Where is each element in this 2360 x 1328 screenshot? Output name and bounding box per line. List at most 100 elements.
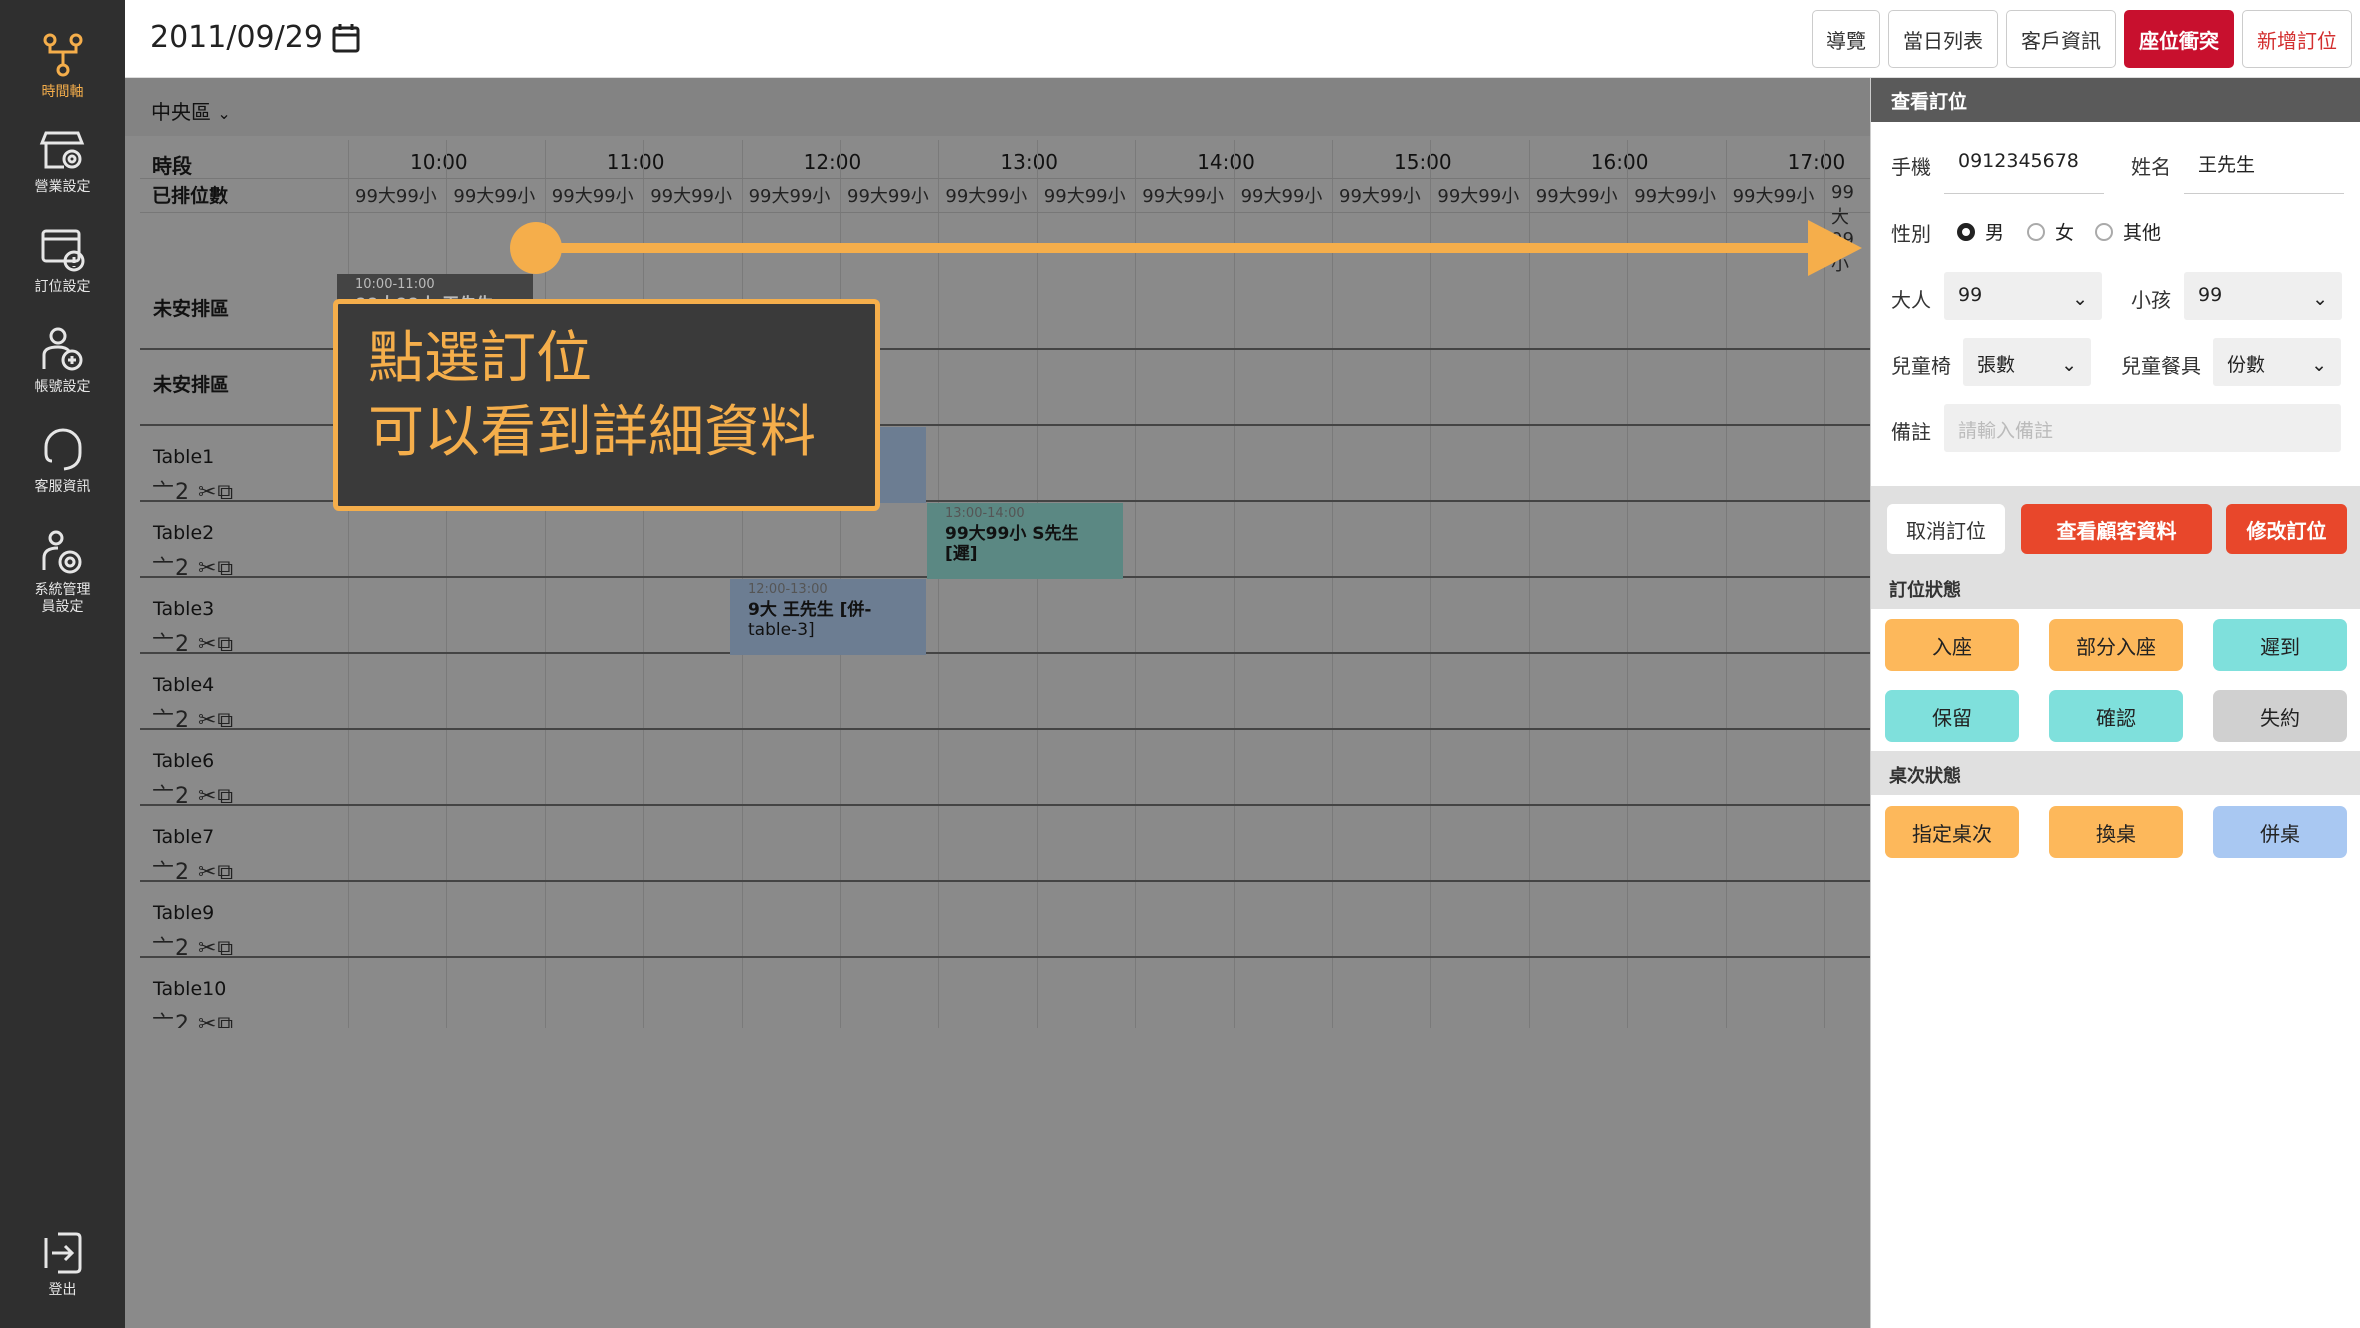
sidebar-label-2: 員設定 <box>41 599 84 615</box>
hour-label: 10:00 <box>410 150 468 174</box>
table-status-header: 桌次狀態 <box>1871 751 2360 795</box>
row-divider <box>140 956 1870 958</box>
radio-dot <box>1957 222 1975 241</box>
timeline-icon <box>43 33 82 77</box>
sidebar-label: 系統管理 <box>34 582 91 598</box>
child-label: 小孩 <box>2131 288 2171 312</box>
gender-radio-female[interactable]: 女 <box>2027 218 2074 245</box>
region-dropdown[interactable]: 中央區 ⌄ <box>151 96 231 125</box>
modify-booking-button[interactable]: 修改訂位 <box>2226 504 2347 554</box>
sidebar-item-booking[interactable]: 訂位設定 <box>0 225 125 296</box>
panel-title: 查看訂位 <box>1871 78 2360 122</box>
logout-icon <box>44 1232 81 1274</box>
status-late-button[interactable]: 遲到 <box>2213 619 2347 671</box>
new-booking-button[interactable]: 新增訂位 <box>2242 10 2352 68</box>
table-capacity-icons: ⼇2 ✂⧉ <box>152 708 235 733</box>
booking-block[interactable]: 12:00-13:00 9大 王先生 [併- table-3] <box>730 579 926 655</box>
change-table-button[interactable]: 換桌 <box>2049 806 2183 858</box>
slot-count: 99大99小 <box>1240 186 1323 207</box>
slot-count: 99大99小 <box>355 186 437 207</box>
note-input[interactable]: 請輸入備註 <box>1944 404 2341 452</box>
business-settings-icon <box>39 131 84 169</box>
status-confirm-button[interactable]: 確認 <box>2049 690 2183 742</box>
daily-list-button[interactable]: 當日列表 <box>1888 10 1998 68</box>
logout-button[interactable]: 登出 <box>0 1228 125 1299</box>
table-capacity-icons: ⼇2 ✂⧉ <box>152 556 235 581</box>
status-hold-button[interactable]: 保留 <box>1885 690 2019 742</box>
calendar-icon[interactable] <box>332 23 360 53</box>
grid-column-line <box>938 140 940 1028</box>
adult-select[interactable]: 99 ⌄ <box>1944 272 2102 320</box>
phone-field[interactable]: 0912345678 <box>1944 136 2104 194</box>
time-header: 時段 <box>152 154 192 178</box>
assign-table-button[interactable]: 指定桌次 <box>1885 806 2019 858</box>
sidebar-item-support[interactable]: 客服資訊 <box>0 425 125 496</box>
merge-table-button[interactable]: 併桌 <box>2213 806 2347 858</box>
slot-count: 99大99小 <box>1535 186 1618 207</box>
seat-conflict-button[interactable]: 座位衝突 <box>2124 10 2234 68</box>
timeline-grid: 時段 已排位數 10:00 11:00 12:00 13:00 14:00 15:00 16… <box>140 140 1870 1028</box>
sidebar-label: 時間軸 <box>41 84 84 100</box>
grid-column-line <box>1036 140 1038 1028</box>
date-display[interactable]: 2011/09/29 <box>150 20 323 55</box>
radio-label: 其他 <box>2123 222 2162 244</box>
slot-count: 99大99小 <box>650 186 732 207</box>
chevron-down-icon: ⌄ <box>217 104 231 123</box>
count-header: 已排位數 <box>152 185 229 207</box>
hint-line-2: 可以看到詳細資料 <box>368 400 816 465</box>
adult-value: 99 <box>1958 284 1983 306</box>
hour-label: 14:00 <box>1197 150 1255 174</box>
table-row-label: Table4 <box>153 674 215 696</box>
status-no-show-button[interactable]: 失約 <box>2213 690 2347 742</box>
grid-column-line <box>1332 140 1333 1028</box>
child-chair-value: 張數 <box>1977 354 2016 376</box>
name-field[interactable]: 王先生 <box>2184 136 2344 194</box>
guide-button[interactable]: 導覽 <box>1812 10 1880 68</box>
slot-count: 99大99小 <box>1043 186 1126 207</box>
gender-label: 性別 <box>1891 222 1931 246</box>
app: 時間軸 營業設定 訂位設定 帳號設定 客服資訊 系統管理 員設定 登出 2011… <box>0 0 2360 1328</box>
gender-radio-other[interactable]: 其他 <box>2095 218 2161 245</box>
table-row-label: Table10 <box>153 978 227 1000</box>
table-row-label: 未安排區 <box>153 374 230 396</box>
hint-tooltip: 點選訂位 可以看到詳細資料 <box>333 299 880 511</box>
table-capacity-icons: ⼇2 ✂⧉ <box>152 936 235 961</box>
sidebar: 時間軸 營業設定 訂位設定 帳號設定 客服資訊 系統管理 員設定 登出 <box>0 0 125 1328</box>
sidebar-item-system-admin[interactable]: 系統管理 員設定 <box>0 528 125 616</box>
slot-count: 99大99小 <box>1831 182 1854 275</box>
hint-line-1: 點選訂位 <box>368 326 592 391</box>
support-icon <box>44 428 81 471</box>
view-customer-button[interactable]: 查看顧客資料 <box>2021 504 2212 554</box>
status-seated-button[interactable]: 入座 <box>1885 619 2019 671</box>
sidebar-item-account[interactable]: 帳號設定 <box>0 325 125 396</box>
header-line <box>140 178 1870 179</box>
child-meal-value: 份數 <box>2227 354 2266 376</box>
sidebar-label: 帳號設定 <box>34 379 91 395</box>
table-row-label: 未安排區 <box>153 298 230 320</box>
customer-info-button[interactable]: 客戶資訊 <box>2006 10 2116 68</box>
system-admin-icon <box>42 530 81 574</box>
child-meal-select[interactable]: 份數 ⌄ <box>2213 338 2341 386</box>
name-label: 姓名 <box>2131 155 2171 179</box>
child-chair-select[interactable]: 張數 ⌄ <box>1963 338 2091 386</box>
table-capacity-icons: ⼇2 ✂⧉ <box>152 1012 235 1028</box>
sidebar-item-timeline[interactable]: 時間軸 <box>0 30 125 101</box>
note-label: 備註 <box>1891 420 1931 444</box>
region-label: 中央區 <box>151 100 211 124</box>
chevron-down-icon: ⌄ <box>2072 288 2088 310</box>
slot-count: 99大99小 <box>453 186 536 207</box>
gender-radio-male[interactable]: 男 <box>1957 218 2004 245</box>
status-partial-seated-button[interactable]: 部分入座 <box>2049 619 2183 671</box>
row-divider <box>140 652 1870 654</box>
sidebar-item-business[interactable]: 營業設定 <box>0 125 125 196</box>
booking-block[interactable]: 13:00-14:00 99大99小 S先生 [遲] <box>927 503 1123 579</box>
child-chair-label: 兒童椅 <box>1891 354 1951 378</box>
cancel-booking-button[interactable]: 取消訂位 <box>1887 504 2005 554</box>
table-capacity-icons: ⼇2 ✂⧉ <box>152 480 235 505</box>
slot-count: 99大99小 <box>945 186 1028 207</box>
child-select[interactable]: 99 ⌄ <box>2184 272 2342 320</box>
grid-column-line <box>544 140 546 1028</box>
radio-dot <box>2095 222 2113 241</box>
booking-time: 13:00-14:00 <box>945 506 1025 521</box>
chevron-down-icon: ⌄ <box>2311 354 2327 376</box>
